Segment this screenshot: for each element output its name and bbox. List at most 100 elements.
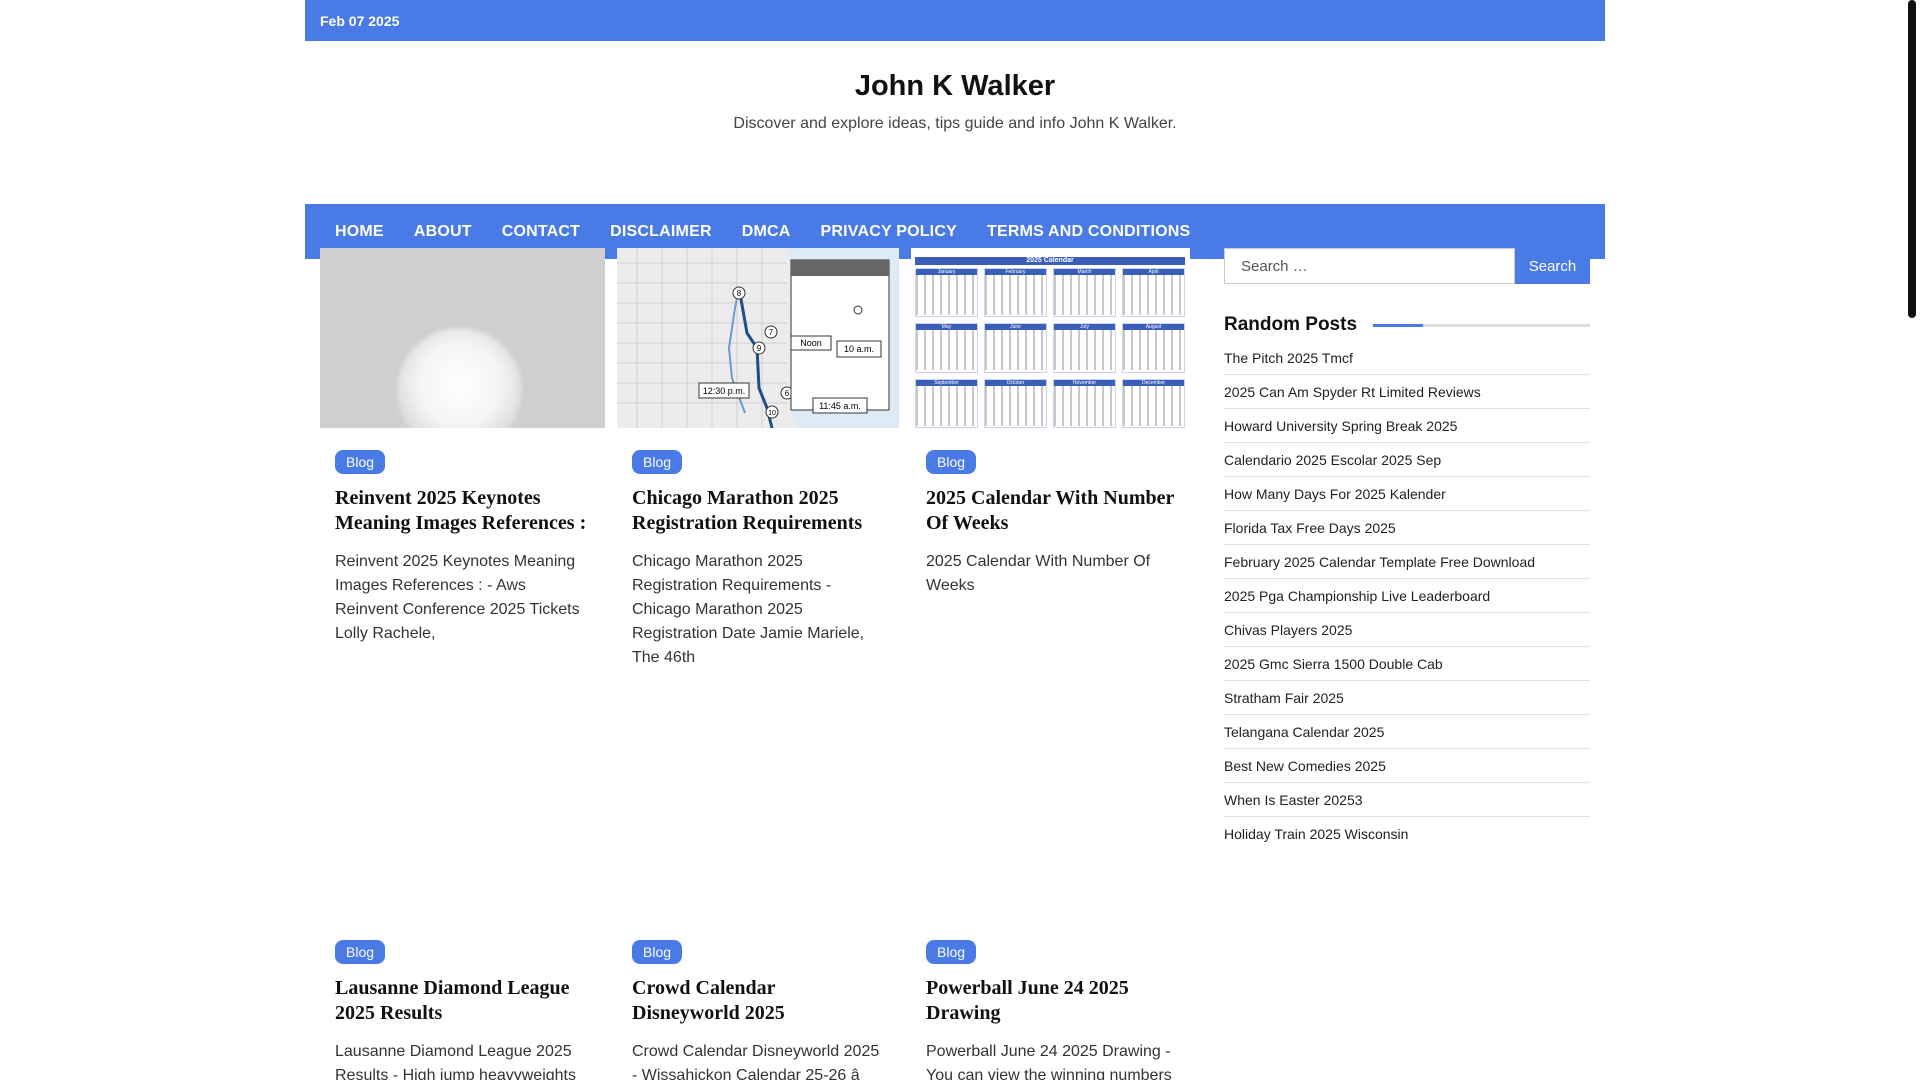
post-excerpt: Powerball June 24 2025 Drawing - You can… bbox=[926, 1043, 1172, 1080]
map-stop-label: 7 bbox=[769, 328, 774, 337]
calendar-day-rows bbox=[1054, 275, 1115, 315]
map-time-label: 12:30 p.m. bbox=[703, 386, 746, 396]
random-post-link[interactable]: How Many Days For 2025 Kalender bbox=[1224, 477, 1590, 511]
nav-item-about[interactable]: ABOUT bbox=[399, 223, 487, 241]
category-badge[interactable]: Blog bbox=[335, 450, 386, 474]
post-title[interactable]: Powerball June 24 2025 Drawing bbox=[926, 976, 1181, 1026]
random-post-link[interactable]: When Is Easter 20253 bbox=[1224, 783, 1590, 817]
scrollbar-thumb[interactable] bbox=[1908, 0, 1916, 318]
calendar-day-rows bbox=[985, 275, 1046, 315]
search-input[interactable] bbox=[1224, 248, 1515, 284]
map-stop-label: 10 bbox=[768, 410, 776, 417]
page-wrapper: Feb 07 2025 John K Walker Discover and e… bbox=[305, 0, 1605, 1080]
nav-item-terms-and-conditions[interactable]: TERMS AND CONDITIONS bbox=[972, 223, 1205, 241]
post-card: 2025 Calendar January February March April M… bbox=[911, 248, 1190, 598]
random-post-link[interactable]: The Pitch 2025 Tmcf bbox=[1224, 350, 1590, 375]
nav-item-privacy-policy[interactable]: PRIVACY POLICY bbox=[806, 223, 972, 241]
calendar-day-rows bbox=[916, 385, 977, 426]
calendar-months-grid: January February March April May June July Augu… bbox=[915, 268, 1185, 428]
post-card: 8 7 9 6 10 Noon 10 a.m. 12:30 p.m. 11:45… bbox=[617, 248, 899, 670]
map-time-label: 10 a.m. bbox=[844, 344, 874, 354]
nav-item-contact[interactable]: CONTACT bbox=[487, 223, 595, 241]
post-card: Blog Reinvent 2025 Keynotes Meaning Imag… bbox=[320, 248, 605, 646]
random-post-link[interactable]: Howard University Spring Break 2025 bbox=[1224, 409, 1590, 443]
post-card: Blog Powerball June 24 2025 Drawing Powe… bbox=[911, 940, 1196, 1080]
map-time-label: 11:45 a.m. bbox=[819, 401, 861, 411]
post-thumbnail-route-map[interactable]: 8 7 9 6 10 Noon 10 a.m. 12:30 p.m. 11:45… bbox=[617, 248, 899, 428]
map-stop-label: 6 bbox=[785, 389, 790, 398]
calendar-month-block: September bbox=[915, 378, 978, 428]
random-post-link[interactable]: Telangana Calendar 2025 bbox=[1224, 715, 1590, 749]
heading-divider bbox=[1373, 323, 1590, 327]
calendar-month-block: August bbox=[1122, 323, 1185, 373]
site-title[interactable]: John K Walker bbox=[305, 70, 1605, 103]
calendar-day-rows bbox=[1123, 275, 1184, 315]
random-posts-list: The Pitch 2025 Tmcf 2025 Can Am Spyder R… bbox=[1224, 350, 1590, 850]
search-form: Search bbox=[1224, 248, 1590, 284]
top-bar: Feb 07 2025 bbox=[305, 0, 1605, 41]
random-post-link[interactable]: 2025 Can Am Spyder Rt Limited Reviews bbox=[1224, 375, 1590, 409]
calendar-month-block: March bbox=[1053, 268, 1116, 318]
post-excerpt: Chicago Marathon 2025 Registration Requi… bbox=[632, 553, 865, 666]
site-branding: John K Walker Discover and explore ideas… bbox=[305, 41, 1605, 163]
site-description: Discover and explore ideas, tips guide a… bbox=[733, 115, 1177, 132]
calendar-month-block: October bbox=[984, 378, 1047, 428]
post-title[interactable]: Crowd Calendar Disneyworld 2025 bbox=[632, 976, 887, 1026]
vertical-scrollbar[interactable] bbox=[1905, 0, 1920, 1080]
post-excerpt: Crowd Calendar Disneyworld 2025 - Wissah… bbox=[632, 1043, 880, 1080]
random-post-link[interactable]: Florida Tax Free Days 2025 bbox=[1224, 511, 1590, 545]
random-post-link[interactable]: Chivas Players 2025 bbox=[1224, 613, 1590, 647]
category-badge[interactable]: Blog bbox=[926, 940, 977, 964]
calendar-month-block: January bbox=[915, 268, 978, 318]
calendar-day-rows bbox=[985, 330, 1046, 371]
calendar-day-rows bbox=[916, 275, 977, 315]
post-thumbnail-blurred-ball[interactable] bbox=[320, 248, 605, 428]
calendar-month-block: June bbox=[984, 323, 1047, 373]
calendar-month-block: November bbox=[1053, 378, 1116, 428]
post-title[interactable]: Chicago Marathon 2025 Registration Requi… bbox=[632, 486, 884, 536]
category-badge[interactable]: Blog bbox=[632, 450, 683, 474]
calendar-month-block: April bbox=[1122, 268, 1185, 318]
calendar-day-rows bbox=[985, 385, 1046, 426]
post-thumbnail-calendar[interactable]: 2025 Calendar January February March April M… bbox=[911, 248, 1190, 428]
calendar-day-rows bbox=[1123, 330, 1184, 371]
random-post-link[interactable]: 2025 Gmc Sierra 1500 Double Cab bbox=[1224, 647, 1590, 681]
calendar-day-rows bbox=[916, 330, 977, 371]
nav-item-disclaimer[interactable]: DISCLAIMER bbox=[595, 223, 727, 241]
calendar-day-rows bbox=[1054, 330, 1115, 371]
calendar-day-rows bbox=[1054, 385, 1115, 426]
post-title[interactable]: 2025 Calendar With Number Of Weeks bbox=[926, 486, 1175, 536]
random-post-link[interactable]: February 2025 Calendar Template Free Dow… bbox=[1224, 545, 1590, 579]
post-card: Blog Lausanne Diamond League 2025 Result… bbox=[320, 940, 605, 1080]
calendar-month-block: July bbox=[1053, 323, 1116, 373]
nav-item-dmca[interactable]: DMCA bbox=[727, 223, 806, 241]
post-excerpt: Reinvent 2025 Keynotes Meaning Images Re… bbox=[335, 553, 580, 642]
post-card: Blog Crowd Calendar Disneyworld 2025 Cro… bbox=[617, 940, 902, 1080]
category-badge[interactable]: Blog bbox=[926, 450, 977, 474]
random-post-link[interactable]: Calendario 2025 Escolar 2025 Sep bbox=[1224, 443, 1590, 477]
map-stop-label: 8 bbox=[737, 289, 742, 298]
category-badge[interactable]: Blog bbox=[632, 940, 683, 964]
calendar-month-block: February bbox=[984, 268, 1047, 318]
category-badge[interactable]: Blog bbox=[335, 940, 386, 964]
random-posts-title: Random Posts bbox=[1224, 314, 1358, 335]
random-post-link[interactable]: Holiday Train 2025 Wisconsin bbox=[1224, 817, 1590, 850]
calendar-month-block: December bbox=[1122, 378, 1185, 428]
map-time-label: Noon bbox=[800, 338, 822, 348]
calendar-month-block: May bbox=[915, 323, 978, 373]
calendar-day-rows bbox=[1123, 385, 1184, 426]
post-title[interactable]: Lausanne Diamond League 2025 Results bbox=[335, 976, 590, 1026]
current-date: Feb 07 2025 bbox=[320, 12, 400, 29]
random-post-link[interactable]: 2025 Pga Championship Live Leaderboard bbox=[1224, 579, 1590, 613]
random-post-link[interactable]: Stratham Fair 2025 bbox=[1224, 681, 1590, 715]
nav-item-home[interactable]: HOME bbox=[320, 223, 399, 241]
search-button[interactable]: Search bbox=[1515, 248, 1590, 284]
calendar-thumb-title: 2025 Calendar bbox=[915, 257, 1185, 265]
random-post-link[interactable]: Best New Comedies 2025 bbox=[1224, 749, 1590, 783]
sidebar: Search Random Posts The Pitch 2025 Tmcf … bbox=[1224, 248, 1590, 850]
map-stop-label: 9 bbox=[757, 344, 762, 353]
post-title[interactable]: Reinvent 2025 Keynotes Meaning Images Re… bbox=[335, 486, 590, 536]
random-posts-heading: Random Posts bbox=[1224, 314, 1590, 336]
post-excerpt: 2025 Calendar With Number Of Weeks bbox=[926, 553, 1151, 594]
post-excerpt: Lausanne Diamond League 2025 Results - H… bbox=[335, 1043, 576, 1080]
